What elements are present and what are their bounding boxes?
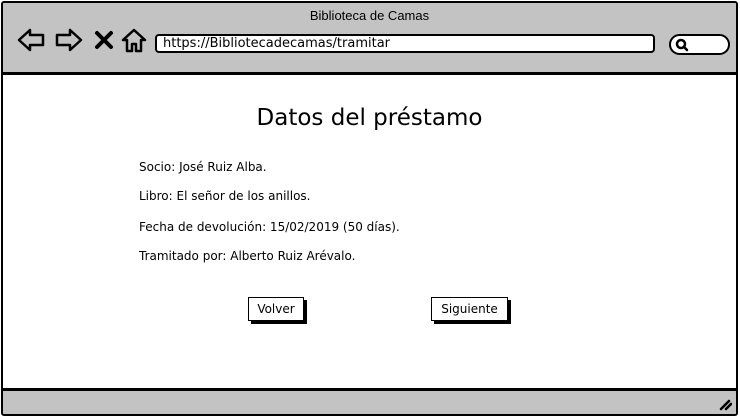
- tramitado-por-text: Tramitado por: Alberto Ruiz Arévalo.: [139, 249, 356, 263]
- close-icon: [95, 31, 113, 49]
- address-bar[interactable]: https://Bibliotecadecamas/tramitar: [155, 34, 655, 53]
- siguiente-button[interactable]: Siguiente: [431, 297, 508, 321]
- window-title: Biblioteca de Camas: [309, 8, 430, 23]
- home-icon: [121, 28, 147, 53]
- socio-text: Socio: José Ruiz Alba.: [139, 160, 267, 174]
- browser-window: Biblioteca de Camas https://Bibliotecade…: [1, 1, 738, 416]
- search-button[interactable]: [669, 34, 730, 55]
- back-button[interactable]: [17, 27, 45, 53]
- page-title: Datos del préstamo: [256, 105, 483, 131]
- libro-text: Libro: El señor de los anillos.: [139, 189, 311, 203]
- search-icon: [675, 38, 689, 52]
- forward-button[interactable]: [55, 27, 83, 53]
- arrow-right-icon: [55, 28, 83, 52]
- home-button[interactable]: [120, 27, 148, 53]
- browser-toolbar: Biblioteca de Camas https://Bibliotecade…: [3, 3, 736, 75]
- arrow-left-icon: [17, 28, 45, 52]
- resize-grip[interactable]: [716, 395, 732, 411]
- fecha-devolucion-text: Fecha de devolución: 15/02/2019 (50 días…: [139, 220, 400, 234]
- page-content: Datos del préstamo Socio: José Ruiz Alba…: [3, 78, 736, 390]
- volver-button[interactable]: Volver: [248, 297, 304, 321]
- resize-handle-icon: [719, 399, 732, 411]
- status-bar: [3, 388, 736, 414]
- stop-button[interactable]: [93, 27, 115, 53]
